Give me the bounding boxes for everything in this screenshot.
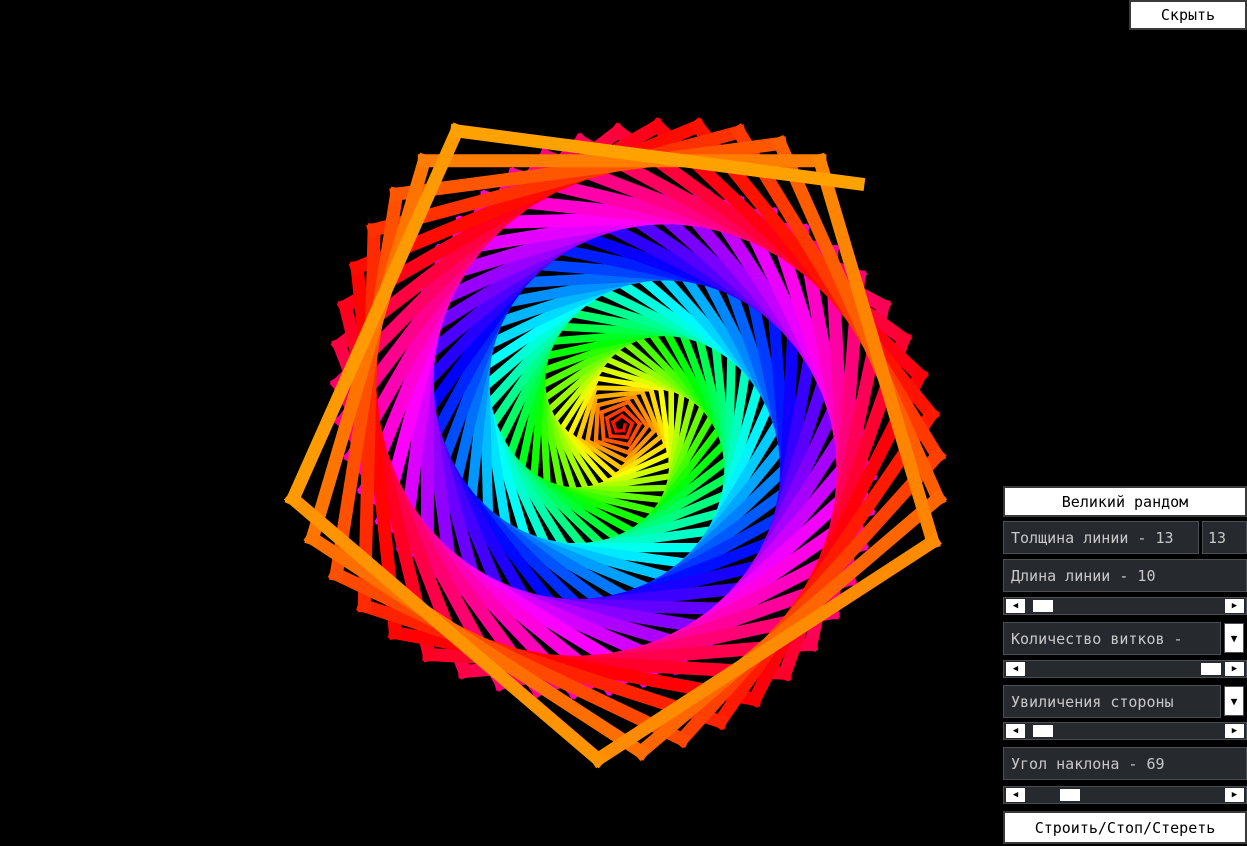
scroll-left-icon[interactable]: ◀ [1006, 788, 1025, 802]
line-width-input[interactable]: 13 [1202, 521, 1247, 554]
build-stop-clear-button[interactable]: Строить/Стоп/Стереть [1003, 811, 1247, 844]
line-length-label: Длина линии - 10 [1003, 559, 1247, 592]
scroll-left-icon[interactable]: ◀ [1006, 599, 1025, 613]
spiral-drawing [283, 117, 948, 769]
turns-scrollbar[interactable]: ◀ ▶ [1003, 660, 1247, 678]
side-increase-label: Увиличения стороны [1003, 685, 1221, 718]
scroll-right-icon[interactable]: ▶ [1225, 724, 1244, 738]
side-increase-dropdown-icon[interactable]: ▼ [1224, 686, 1244, 716]
scroll-right-icon[interactable]: ▶ [1225, 788, 1244, 802]
scroll-right-icon[interactable]: ▶ [1225, 599, 1244, 613]
scroll-thumb[interactable] [1060, 789, 1081, 801]
hide-button[interactable]: Скрыть [1129, 0, 1247, 30]
scroll-left-icon[interactable]: ◀ [1006, 662, 1025, 676]
drawing-canvas [0, 0, 1247, 846]
scroll-thumb[interactable] [1033, 725, 1054, 737]
tilt-angle-scrollbar[interactable]: ◀ ▶ [1003, 786, 1247, 804]
turns-count-label: Количество витков - [1003, 622, 1221, 655]
line-width-label: Толщина линии - 13 [1003, 521, 1199, 554]
tilt-angle-label: Угол наклона - 69 [1003, 747, 1247, 780]
scroll-thumb[interactable] [1033, 600, 1054, 612]
scroll-thumb[interactable] [1200, 663, 1221, 675]
scroll-right-icon[interactable]: ▶ [1225, 662, 1244, 676]
spiral-segment [599, 410, 606, 442]
side-increase-scrollbar[interactable]: ◀ ▶ [1003, 722, 1247, 740]
spiral-segment [624, 421, 635, 440]
scroll-left-icon[interactable]: ◀ [1006, 724, 1025, 738]
line-length-scrollbar[interactable]: ◀ ▶ [1003, 597, 1247, 615]
spiral-segment [604, 415, 613, 439]
spiral-segment [593, 402, 601, 444]
great-random-button[interactable]: Великий рандом [1003, 486, 1247, 517]
turns-dropdown-icon[interactable]: ▼ [1224, 623, 1244, 653]
spiral-segment [608, 433, 629, 440]
